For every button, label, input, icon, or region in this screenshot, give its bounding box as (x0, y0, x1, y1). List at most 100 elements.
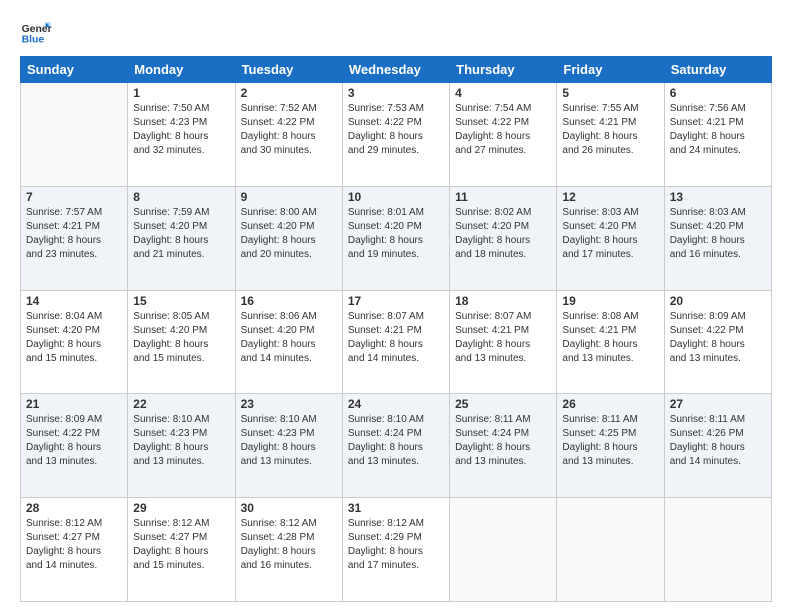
day-info: Sunrise: 8:00 AM Sunset: 4:20 PM Dayligh… (241, 206, 337, 262)
day-number: 27 (670, 397, 766, 411)
day-number: 18 (455, 294, 551, 308)
day-info: Sunrise: 8:10 AM Sunset: 4:24 PM Dayligh… (348, 413, 444, 469)
calendar-cell: 4 Sunrise: 7:54 AM Sunset: 4:22 PM Daylig… (450, 83, 557, 187)
day-info: Sunrise: 8:11 AM Sunset: 4:24 PM Dayligh… (455, 413, 551, 469)
weekday-header: Saturday (664, 57, 771, 83)
day-info: Sunrise: 8:05 AM Sunset: 4:20 PM Dayligh… (133, 310, 229, 366)
day-number: 16 (241, 294, 337, 308)
day-number: 17 (348, 294, 444, 308)
logo: General Blue (20, 16, 56, 48)
day-info: Sunrise: 7:59 AM Sunset: 4:20 PM Dayligh… (133, 206, 229, 262)
calendar-week-row: 7Sunrise: 7:57 AM Sunset: 4:21 PM Daylig… (21, 186, 772, 290)
calendar-cell: 2 Sunrise: 7:52 AM Sunset: 4:22 PM Daylig… (235, 83, 342, 187)
weekday-header: Tuesday (235, 57, 342, 83)
calendar-cell: 26Sunrise: 8:11 AM Sunset: 4:25 PM Dayli… (557, 394, 664, 498)
logo-icon: General Blue (20, 16, 52, 48)
calendar-cell: 10Sunrise: 8:01 AM Sunset: 4:20 PM Dayli… (342, 186, 449, 290)
calendar-cell (21, 83, 128, 187)
weekday-header: Thursday (450, 57, 557, 83)
day-info: Sunrise: 7:54 AM Sunset: 4:22 PM Dayligh… (455, 102, 551, 158)
calendar-cell: 28Sunrise: 8:12 AM Sunset: 4:27 PM Dayli… (21, 498, 128, 602)
day-info: Sunrise: 7:52 AM Sunset: 4:22 PM Dayligh… (241, 102, 337, 158)
weekday-header: Friday (557, 57, 664, 83)
calendar-cell: 18Sunrise: 8:07 AM Sunset: 4:21 PM Dayli… (450, 290, 557, 394)
day-number: 14 (26, 294, 122, 308)
day-info: Sunrise: 8:08 AM Sunset: 4:21 PM Dayligh… (562, 310, 658, 366)
day-number: 23 (241, 397, 337, 411)
day-info: Sunrise: 7:53 AM Sunset: 4:22 PM Dayligh… (348, 102, 444, 158)
calendar-cell: 25 Sunrise: 8:11 AM Sunset: 4:24 PM Dayli… (450, 394, 557, 498)
day-info: Sunrise: 8:07 AM Sunset: 4:21 PM Dayligh… (348, 310, 444, 366)
calendar-cell: 24 Sunrise: 8:10 AM Sunset: 4:24 PM Dayli… (342, 394, 449, 498)
calendar-page: General Blue SundayMondayTuesdayWednesda… (0, 0, 792, 612)
day-info: Sunrise: 8:10 AM Sunset: 4:23 PM Dayligh… (241, 413, 337, 469)
day-info: Sunrise: 8:12 AM Sunset: 4:28 PM Dayligh… (241, 517, 337, 573)
weekday-header: Monday (128, 57, 235, 83)
day-info: Sunrise: 8:10 AM Sunset: 4:23 PM Dayligh… (133, 413, 229, 469)
calendar-cell: 29 Sunrise: 8:12 AM Sunset: 4:27 PM Dayli… (128, 498, 235, 602)
day-number: 8 (133, 190, 229, 204)
calendar-week-row: 14 Sunrise: 8:04 AM Sunset: 4:20 PM Dayli… (21, 290, 772, 394)
day-info: Sunrise: 8:03 AM Sunset: 4:20 PM Dayligh… (562, 206, 658, 262)
day-info: Sunrise: 8:12 AM Sunset: 4:27 PM Dayligh… (133, 517, 229, 573)
calendar-cell: 9 Sunrise: 8:00 AM Sunset: 4:20 PM Daylig… (235, 186, 342, 290)
day-info: Sunrise: 8:03 AM Sunset: 4:20 PM Dayligh… (670, 206, 766, 262)
day-number: 25 (455, 397, 551, 411)
calendar-cell: 16 Sunrise: 8:06 AM Sunset: 4:20 PM Dayli… (235, 290, 342, 394)
day-number: 5 (562, 86, 658, 100)
day-info: Sunrise: 7:55 AM Sunset: 4:21 PM Dayligh… (562, 102, 658, 158)
day-number: 11 (455, 190, 551, 204)
weekday-header: Sunday (21, 57, 128, 83)
day-info: Sunrise: 8:12 AM Sunset: 4:29 PM Dayligh… (348, 517, 444, 573)
calendar-cell: 3 Sunrise: 7:53 AM Sunset: 4:22 PM Daylig… (342, 83, 449, 187)
day-info: Sunrise: 8:09 AM Sunset: 4:22 PM Dayligh… (670, 310, 766, 366)
day-number: 15 (133, 294, 229, 308)
day-number: 6 (670, 86, 766, 100)
day-number: 13 (670, 190, 766, 204)
calendar-cell: 15 Sunrise: 8:05 AM Sunset: 4:20 PM Dayli… (128, 290, 235, 394)
day-number: 10 (348, 190, 444, 204)
header-row: SundayMondayTuesdayWednesdayThursdayFrid… (21, 57, 772, 83)
calendar-week-row: 1 Sunrise: 7:50 AM Sunset: 4:23 PM Daylig… (21, 83, 772, 187)
calendar-cell: 27 Sunrise: 8:11 AM Sunset: 4:26 PM Dayli… (664, 394, 771, 498)
day-info: Sunrise: 7:50 AM Sunset: 4:23 PM Dayligh… (133, 102, 229, 158)
calendar-cell: 20 Sunrise: 8:09 AM Sunset: 4:22 PM Dayli… (664, 290, 771, 394)
day-info: Sunrise: 7:56 AM Sunset: 4:21 PM Dayligh… (670, 102, 766, 158)
day-number: 19 (562, 294, 658, 308)
calendar-cell (450, 498, 557, 602)
header: General Blue (20, 16, 772, 48)
day-info: Sunrise: 8:06 AM Sunset: 4:20 PM Dayligh… (241, 310, 337, 366)
calendar-cell: 5 Sunrise: 7:55 AM Sunset: 4:21 PM Daylig… (557, 83, 664, 187)
day-info: Sunrise: 8:12 AM Sunset: 4:27 PM Dayligh… (26, 517, 122, 573)
day-number: 9 (241, 190, 337, 204)
weekday-header: Wednesday (342, 57, 449, 83)
calendar-cell: 23 Sunrise: 8:10 AM Sunset: 4:23 PM Dayli… (235, 394, 342, 498)
calendar-cell: 19 Sunrise: 8:08 AM Sunset: 4:21 PM Dayli… (557, 290, 664, 394)
day-number: 30 (241, 501, 337, 515)
calendar-cell: 13 Sunrise: 8:03 AM Sunset: 4:20 PM Dayli… (664, 186, 771, 290)
calendar-cell: 6 Sunrise: 7:56 AM Sunset: 4:21 PM Daylig… (664, 83, 771, 187)
day-number: 2 (241, 86, 337, 100)
day-number: 24 (348, 397, 444, 411)
svg-text:Blue: Blue (22, 34, 45, 45)
calendar-cell: 21 Sunrise: 8:09 AM Sunset: 4:22 PM Dayli… (21, 394, 128, 498)
day-number: 1 (133, 86, 229, 100)
day-number: 29 (133, 501, 229, 515)
calendar-table: SundayMondayTuesdayWednesdayThursdayFrid… (20, 56, 772, 602)
day-number: 21 (26, 397, 122, 411)
day-info: Sunrise: 8:04 AM Sunset: 4:20 PM Dayligh… (26, 310, 122, 366)
calendar-cell (664, 498, 771, 602)
calendar-cell: 17 Sunrise: 8:07 AM Sunset: 4:21 PM Dayli… (342, 290, 449, 394)
day-number: 4 (455, 86, 551, 100)
day-number: 31 (348, 501, 444, 515)
calendar-cell: 11Sunrise: 8:02 AM Sunset: 4:20 PM Dayli… (450, 186, 557, 290)
calendar-cell: 1 Sunrise: 7:50 AM Sunset: 4:23 PM Daylig… (128, 83, 235, 187)
day-number: 3 (348, 86, 444, 100)
day-number: 20 (670, 294, 766, 308)
day-number: 22 (133, 397, 229, 411)
calendar-cell: 8 Sunrise: 7:59 AM Sunset: 4:20 PM Daylig… (128, 186, 235, 290)
day-info: Sunrise: 8:11 AM Sunset: 4:26 PM Dayligh… (670, 413, 766, 469)
day-number: 12 (562, 190, 658, 204)
calendar-cell: 12 Sunrise: 8:03 AM Sunset: 4:20 PM Dayli… (557, 186, 664, 290)
day-info: Sunrise: 8:09 AM Sunset: 4:22 PM Dayligh… (26, 413, 122, 469)
